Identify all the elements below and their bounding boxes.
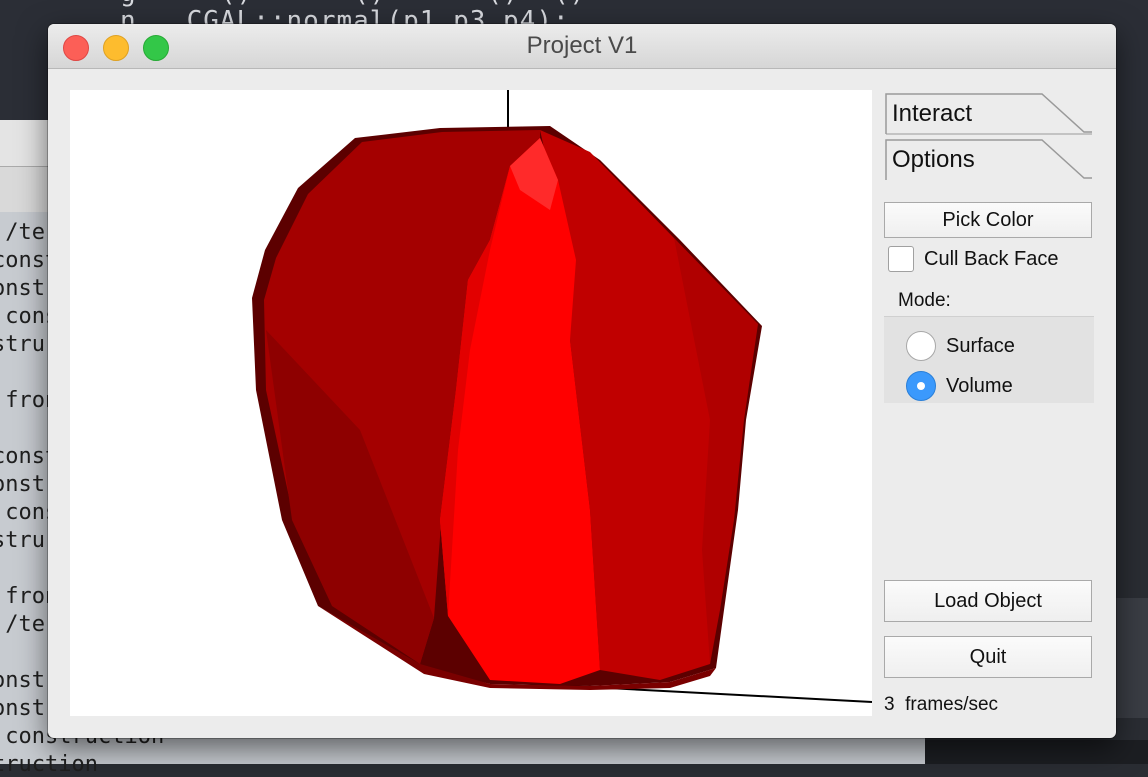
background-right-dark xyxy=(925,740,1148,764)
mode-label: Mode: xyxy=(898,290,951,311)
tab-interact-label: Interact xyxy=(892,100,973,127)
terminal-line: stru xyxy=(0,528,45,553)
pick-color-button[interactable]: Pick Color xyxy=(884,202,1092,238)
surface-radio[interactable] xyxy=(906,331,936,361)
cull-back-face-label: Cull Back Face xyxy=(924,248,1059,270)
fps-value: 3 xyxy=(884,694,895,715)
background-right-bar xyxy=(1116,598,1148,718)
terminal-line: onst xyxy=(0,696,45,721)
quit-button[interactable]: Quit xyxy=(884,636,1092,678)
terminal-line: onst xyxy=(0,472,45,497)
terminal-line: ./te xyxy=(0,220,45,245)
mode-radio-group: Surface Volume xyxy=(884,316,1094,403)
terminal-line: truction xyxy=(0,752,98,777)
terminal-line: onst xyxy=(0,276,45,301)
window-title: Project V1 xyxy=(526,32,638,59)
fps-readout: 3 frames/sec xyxy=(884,694,998,716)
title-bar[interactable]: Project V1 xyxy=(48,24,1116,69)
terminal-line: ./te xyxy=(0,612,45,637)
tab-options[interactable]: Options xyxy=(884,138,1094,182)
surface-label: Surface xyxy=(946,335,1015,357)
load-object-button[interactable]: Load Object xyxy=(884,580,1092,622)
project-window: Project V1 Interact Options Pick Color C… xyxy=(48,24,1116,738)
render-viewport[interactable] xyxy=(70,90,872,716)
tab-interact[interactable]: Interact xyxy=(884,92,1094,136)
volume-radio[interactable] xyxy=(906,371,936,401)
volume-label: Volume xyxy=(946,375,1013,397)
terminal-line: stru xyxy=(0,332,45,357)
tab-options-label: Options xyxy=(892,146,975,173)
rendered-object xyxy=(252,90,872,703)
cull-back-face-checkbox[interactable] xyxy=(888,246,914,272)
fps-unit: frames/sec xyxy=(905,694,999,715)
terminal-line: onst xyxy=(0,668,45,693)
